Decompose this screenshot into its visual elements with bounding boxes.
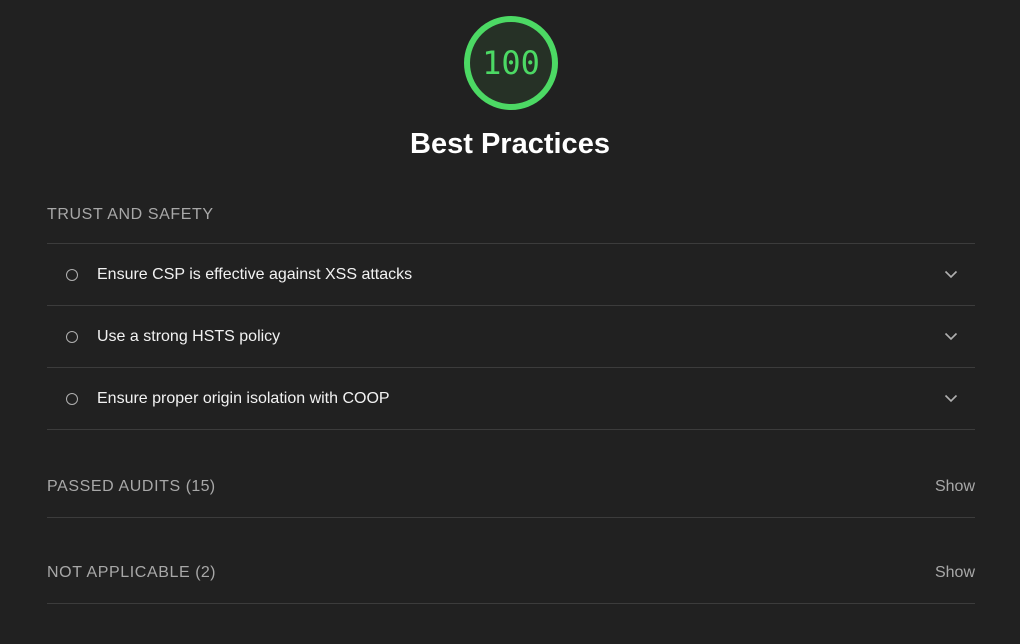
passed-audits-title: PASSED AUDITS (15) bbox=[47, 478, 935, 496]
lighthouse-report: 100 Best Practices TRUST AND SAFETY Ensu… bbox=[0, 0, 1020, 644]
audit-title: Ensure proper origin isolation with COOP bbox=[97, 389, 390, 407]
informative-circle-icon bbox=[66, 268, 78, 281]
chevron-down-icon[interactable] bbox=[939, 387, 963, 411]
passed-audits-show-button[interactable]: Show bbox=[935, 478, 975, 496]
audit-title: Use a strong HSTS policy bbox=[97, 327, 281, 345]
audit-title: Ensure CSP is effective against XSS atta… bbox=[97, 265, 413, 283]
chevron-down-icon[interactable] bbox=[939, 325, 963, 349]
passed-audits-label: PASSED AUDITS bbox=[47, 478, 181, 495]
audit-row-hsts[interactable]: Use a strong HSTS policy bbox=[47, 306, 975, 368]
group-title-trust-and-safety: TRUST AND SAFETY bbox=[47, 206, 214, 223]
informative-circle-icon bbox=[66, 330, 78, 343]
audit-row-csp-xss[interactable]: Ensure CSP is effective against XSS atta… bbox=[47, 244, 975, 306]
not-applicable-show-button[interactable]: Show bbox=[935, 564, 975, 582]
not-applicable-label: NOT APPLICABLE bbox=[47, 564, 191, 581]
audit-row-coop[interactable]: Ensure proper origin isolation with COOP bbox=[47, 368, 975, 430]
not-applicable-count: (2) bbox=[195, 564, 216, 581]
gauge-score: 100 bbox=[482, 44, 540, 82]
passed-audits-count: (15) bbox=[185, 478, 216, 495]
category-title: Best Practices bbox=[410, 128, 610, 160]
not-applicable-title: NOT APPLICABLE (2) bbox=[47, 564, 935, 582]
audit-list: Ensure CSP is effective against XSS atta… bbox=[47, 243, 975, 430]
informative-circle-icon bbox=[66, 392, 78, 405]
not-applicable-clump[interactable]: NOT APPLICABLE (2) Show bbox=[47, 543, 975, 604]
chevron-down-icon[interactable] bbox=[939, 263, 963, 287]
score-gauge[interactable]: 100 bbox=[462, 14, 560, 112]
passed-audits-clump[interactable]: PASSED AUDITS (15) Show bbox=[47, 457, 975, 518]
